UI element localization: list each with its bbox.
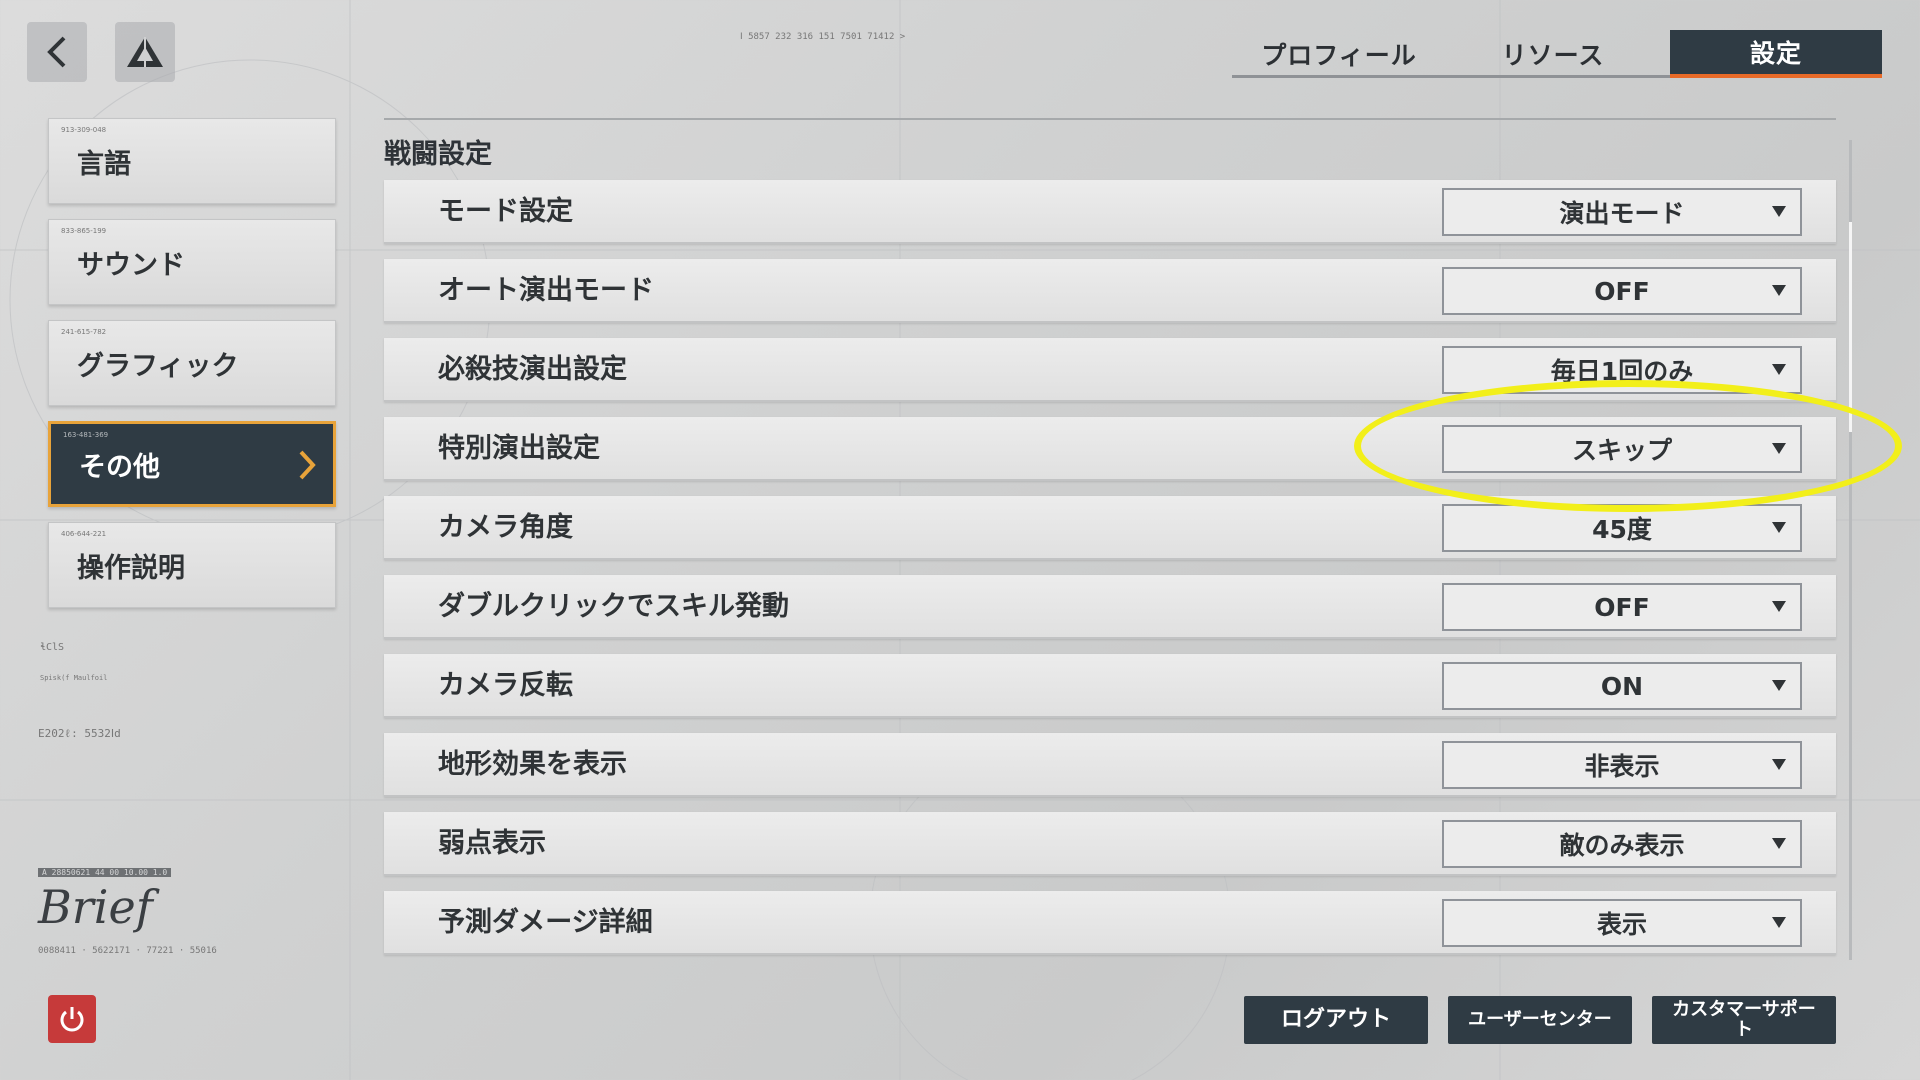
sidebar-item-sound[interactable]: 833-865-199 サウンド	[48, 219, 336, 305]
setting-row-weakness: 弱点表示 敵のみ表示	[384, 812, 1836, 876]
scrollbar-thumb[interactable]	[1849, 222, 1852, 432]
setting-label: カメラ角度	[438, 512, 573, 543]
section-title: 戦闘設定	[384, 139, 492, 170]
dropdown-value: 45度	[1592, 515, 1652, 544]
dropdown-value: ON	[1600, 671, 1644, 701]
setting-row-terrain: 地形効果を表示 非表示	[384, 733, 1836, 797]
dropdown-value: 非表示	[1584, 752, 1660, 781]
sidebar-item-label: 操作説明	[77, 552, 185, 584]
user-center-button[interactable]: ユーザーセンター	[1448, 996, 1632, 1044]
back-button[interactable]	[27, 22, 87, 82]
settings-list: モード設定 演出モード オート演出モード OFF 必殺技演出設定 毎日1回のみ …	[384, 180, 1836, 970]
setting-label: 特別演出設定	[438, 433, 600, 464]
sidebar-item-code: 833-865-199	[61, 227, 107, 235]
highlight-ellipse	[1354, 380, 1902, 512]
setting-label: オート演出モード	[438, 275, 654, 306]
brief-code: 0088411 · 5622171 · 77221 · 55016	[38, 946, 217, 956]
dropdown-arrow-icon	[1772, 364, 1786, 375]
power-button[interactable]	[48, 995, 96, 1043]
logout-button[interactable]: ログアウト	[1244, 996, 1428, 1044]
setting-label: 予測ダメージ詳細	[438, 907, 653, 938]
tab-settings[interactable]: 設定	[1670, 30, 1882, 78]
dropdown-arrow-icon	[1772, 680, 1786, 691]
setting-label: モード設定	[438, 196, 573, 227]
setting-label: カメラ反転	[438, 670, 573, 701]
sidebar-item-code: 163-481-369	[63, 431, 109, 439]
tab-profile[interactable]: プロフィール	[1232, 30, 1446, 78]
setting-row-mode: モード設定 演出モード	[384, 180, 1836, 244]
setting-dropdown[interactable]: ON	[1442, 662, 1802, 710]
setting-dropdown[interactable]: 演出モード	[1442, 188, 1802, 236]
header-code-text: Ⅰ 5857 232 316 151 7501 71412 >	[740, 32, 906, 42]
section-divider	[384, 118, 1836, 120]
deco-sign-sub: Spisk(f Maulfoil	[40, 674, 108, 682]
dropdown-arrow-icon	[1772, 285, 1786, 296]
customer-support-button[interactable]: カスタマーサポート	[1652, 996, 1836, 1044]
setting-row-auto-mode: オート演出モード OFF	[384, 259, 1836, 323]
sidebar-item-other[interactable]: 163-481-369 その他	[48, 421, 336, 507]
dropdown-arrow-icon	[1772, 522, 1786, 533]
dropdown-arrow-icon	[1772, 759, 1786, 770]
sidebar-item-label: サウンド	[77, 249, 185, 281]
dropdown-arrow-icon	[1772, 601, 1786, 612]
setting-label: 地形効果を表示	[438, 749, 627, 780]
logo-icon	[127, 37, 163, 67]
setting-row-damage-preview: 予測ダメージ詳細 表示	[384, 891, 1836, 955]
sidebar-item-controls[interactable]: 406-644-221 操作説明	[48, 522, 336, 608]
sidebar-item-code: 913-309-048	[61, 126, 107, 134]
tab-resources[interactable]: リソース	[1446, 30, 1660, 78]
sidebar: 913-309-048 言語 833-865-199 サウンド 241-615-…	[48, 118, 336, 623]
sidebar-item-language[interactable]: 913-309-048 言語	[48, 118, 336, 204]
setting-dropdown[interactable]: OFF	[1442, 583, 1802, 631]
brief-signature: Brief	[38, 880, 153, 934]
setting-row-camera-invert: カメラ反転 ON	[384, 654, 1836, 718]
sidebar-item-label: グラフィック	[77, 350, 239, 382]
setting-dropdown[interactable]: OFF	[1442, 267, 1802, 315]
setting-label: ダブルクリックでスキル発動	[438, 591, 789, 622]
deco-sign: ɬClS	[40, 642, 65, 653]
deco-strip: A 28850621 44 00 10.00 1.0	[38, 868, 172, 877]
top-tabs: プロフィール リソース 設定	[1232, 30, 1882, 78]
dropdown-value: 敵のみ表示	[1559, 831, 1685, 860]
dropdown-value: 表示	[1596, 910, 1647, 939]
power-icon	[60, 1007, 84, 1032]
dropdown-arrow-icon	[1772, 917, 1786, 928]
sidebar-item-graphics[interactable]: 241-615-782 グラフィック	[48, 320, 336, 406]
dropdown-value: OFF	[1594, 276, 1650, 306]
dropdown-value: 演出モード	[1559, 199, 1685, 228]
setting-row-double-click: ダブルクリックでスキル発動 OFF	[384, 575, 1836, 639]
setting-dropdown[interactable]: 敵のみ表示	[1442, 820, 1802, 868]
setting-label: 必殺技演出設定	[438, 354, 627, 385]
sidebar-item-code: 241-615-782	[61, 328, 107, 336]
dropdown-arrow-icon	[1772, 838, 1786, 849]
deco-code-line: E202ℓ: 5532Ⅰd	[38, 727, 121, 740]
dropdown-arrow-icon	[1772, 206, 1786, 217]
chevron-right-icon	[299, 450, 316, 480]
home-button[interactable]	[115, 22, 175, 82]
setting-label: 弱点表示	[438, 828, 546, 859]
sidebar-item-label: その他	[79, 451, 160, 483]
dropdown-value: OFF	[1594, 592, 1650, 622]
sidebar-item-label: 言語	[77, 148, 131, 180]
setting-dropdown[interactable]: 表示	[1442, 899, 1802, 947]
setting-dropdown[interactable]: 非表示	[1442, 741, 1802, 789]
sidebar-item-code: 406-644-221	[61, 530, 107, 538]
chevron-left-icon	[47, 36, 66, 68]
